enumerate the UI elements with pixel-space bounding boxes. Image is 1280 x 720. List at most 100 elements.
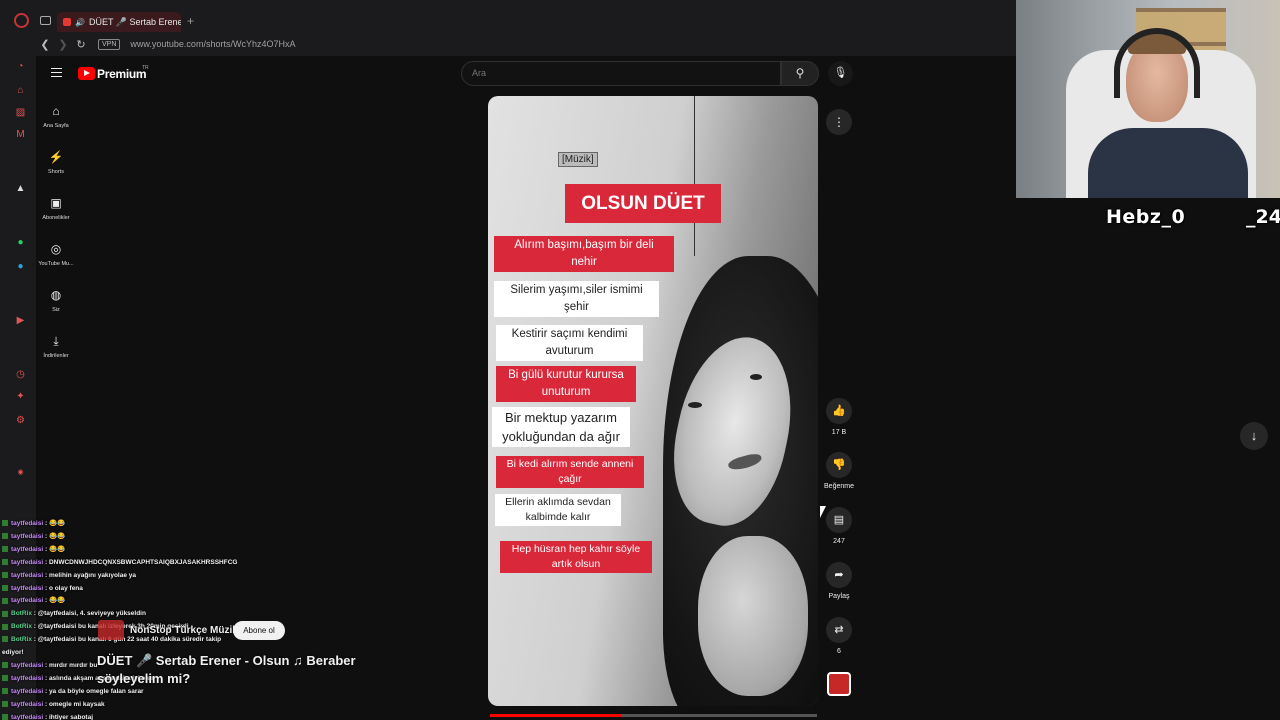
shorts-video-player[interactable]: [Müzik] OLSUN DÜET Alırım başımı,başım b…	[488, 96, 818, 706]
voice-search-button[interactable]: 🎙	[828, 61, 853, 86]
youtube-logo-icon[interactable]	[78, 67, 95, 80]
nav-youtube-music[interactable]: ◎ YouTube Mu...	[36, 242, 76, 267]
channel-name[interactable]: NonStop Türkçe Müzik	[130, 625, 238, 636]
more-options-button[interactable]: ⋮	[826, 109, 852, 135]
browser-tab-strip: 🔊 DÜET 🎤 Sertab Erener +	[0, 0, 1016, 32]
chat-text: o olay fena	[48, 584, 83, 592]
chat-text: @taytfedaisi bu kanalı 6 gün 22 saat 40 …	[37, 636, 222, 644]
ai-icon[interactable]: ⌂	[14, 84, 27, 97]
share-button[interactable]: ➦ Paylaş	[814, 562, 864, 600]
more-vertical-icon: ⋮	[833, 115, 845, 129]
opera-logo-icon[interactable]	[14, 13, 29, 28]
youtube-favicon-icon	[63, 18, 71, 26]
dislike-button[interactable]: 👎 Beğenme	[814, 452, 864, 490]
subscribe-button[interactable]: Abone ol	[233, 621, 285, 640]
settings-gear-icon[interactable]: ⚙	[14, 414, 27, 427]
chat-message: taytfedaisi : omegle mi kaysak	[2, 699, 292, 712]
chat-badge-icon	[2, 713, 8, 720]
youtube-logo-text[interactable]: Premium	[97, 67, 147, 81]
video-background-line	[694, 96, 695, 256]
chat-username: taytfedaisi	[11, 661, 44, 669]
url-field[interactable]: www.youtube.com/shorts/WcYhz4O7HxA	[130, 39, 295, 49]
lyric-line: Ellerin aklımda sevdan kalbimde kalır	[495, 494, 621, 526]
lyric-line: Hep hüsran hep kahır söyle artık olsun	[500, 541, 652, 573]
nav-you-label: Siz	[52, 307, 60, 313]
chat-username: taytfedaisi	[11, 584, 44, 592]
chat-text: DNWCDNWJHDCQNXSBWCAPHTSAIQBXJASAKHRSSHFC…	[48, 558, 238, 566]
chat-message: taytfedaisi : 😂😂	[2, 544, 292, 557]
speaker-icon[interactable]: 🔊	[75, 18, 85, 27]
reload-icon[interactable]: ↻	[72, 38, 90, 51]
extensions-icon[interactable]: ✦	[14, 390, 27, 403]
chat-message: taytfedaisi : melihin ayağını yakıyolae …	[2, 570, 292, 583]
nav-subscriptions-label: Abonelikler	[42, 215, 70, 221]
chat-message: taytfedaisi : DNWCDNWJHDCQNXSBWCAPHTSAIQ…	[2, 557, 292, 570]
sound-channel-thumbnail[interactable]	[827, 672, 851, 696]
chat-text: @taytfedaisi, 4. seviyeye yükseldin	[37, 610, 146, 618]
channel-avatar[interactable]	[98, 620, 124, 640]
video-person-hand	[698, 536, 808, 696]
music-caption: [Müzik]	[558, 152, 598, 167]
vpn-badge[interactable]: VPN	[98, 38, 121, 50]
address-bar: ❮ ❯ ↻ VPN www.youtube.com/shorts/WcYhz4O…	[36, 32, 1016, 56]
chat-badge-icon	[2, 546, 8, 553]
speed-dial-icon[interactable]: ◔	[14, 60, 27, 73]
whatsapp-icon[interactable]: ●	[14, 236, 27, 249]
next-video-button[interactable]: ↓	[1240, 422, 1268, 450]
search-input[interactable]: Ara	[461, 61, 781, 86]
chat-badge-icon	[2, 662, 8, 669]
mail-icon[interactable]: M	[14, 128, 27, 141]
back-icon[interactable]: ❮	[36, 38, 54, 51]
tab-dashboard-icon[interactable]	[40, 16, 51, 25]
nav-subscriptions[interactable]: ▣ Abonelikler	[36, 196, 76, 221]
nav-you[interactable]: ◍ Siz	[36, 288, 76, 313]
short-title[interactable]: DÜET 🎤 Sertab Erener - Olsun ♫ Beraber s…	[97, 652, 387, 688]
webcam-overlay	[1016, 0, 1280, 198]
chat-badge-icon	[2, 675, 8, 682]
chat-badge-icon	[2, 597, 8, 604]
chat-text: ediyor!	[2, 649, 24, 657]
chat-username: BotRix	[11, 623, 32, 631]
lyric-line: Bi kedi alırım sende anneni çağır	[496, 456, 644, 488]
like-count: 17 B	[831, 429, 847, 436]
lyric-line: Silerim yaşımı,siler ismimi şehir	[494, 281, 659, 317]
nav-shorts[interactable]: ⚡ Shorts	[36, 150, 76, 175]
chat-badge-icon	[2, 559, 8, 565]
chat-username: taytfedaisi	[11, 674, 44, 682]
telegram-icon[interactable]: ●	[14, 260, 27, 273]
arrow-icon[interactable]: ▲	[14, 182, 27, 195]
nav-downloads[interactable]: ⤓ İndirilenler	[36, 334, 76, 359]
streamer-suffix: _24	[1246, 206, 1280, 228]
lyric-line: Alırım başımı,başım bir deli nehir	[494, 236, 674, 272]
opera-small-icon[interactable]: ◉	[14, 466, 27, 479]
new-tab-button[interactable]: +	[187, 14, 194, 28]
lyric-line: Bir mektup yazarım yokluğundan da ağır	[492, 407, 630, 447]
chat-text: 😂😂	[48, 545, 66, 553]
lyric-line: Bi gülü kurutur kurursa unuturum	[496, 366, 636, 402]
search-button[interactable]: ⚲	[781, 61, 819, 86]
player-icon[interactable]: ▶	[14, 314, 27, 327]
forward-icon[interactable]: ❯	[54, 38, 72, 51]
remix-button[interactable]: ⇄ 6	[814, 617, 864, 655]
tab-title: DÜET 🎤 Sertab Erener	[88, 16, 181, 27]
chat-badge-icon	[2, 623, 8, 630]
nav-downloads-label: İndirilenler	[43, 353, 69, 359]
menu-icon[interactable]	[51, 68, 62, 77]
chat-badge-icon	[2, 520, 8, 527]
tab-active[interactable]: 🔊 DÜET 🎤 Sertab Erener	[57, 12, 181, 32]
chat-text: ihtiyer sabotaj	[48, 713, 94, 720]
like-button[interactable]: 👍 17 B	[814, 398, 864, 436]
share-icon: ➦	[826, 562, 852, 588]
crypto-wallet-icon[interactable]: ▨	[14, 106, 27, 119]
chat-message: BotRix : @taytfedaisi, 4. seviyeye yükse…	[2, 608, 292, 621]
nav-home[interactable]: ⌂ Ana Sayfa	[36, 104, 76, 129]
search-icon: ⚲	[795, 66, 805, 80]
nav-youtube-music-label: YouTube Mu...	[38, 261, 74, 267]
streamer-name: Hebz_0	[1106, 206, 1186, 228]
chat-text: ya da böyle omegle falan sarar	[48, 687, 144, 695]
chat-message: taytfedaisi : 😂😂	[2, 531, 292, 544]
history-icon[interactable]: ◷	[14, 368, 27, 381]
webcam-person-body	[1088, 128, 1248, 198]
nav-home-label: Ana Sayfa	[43, 123, 69, 129]
chat-username: taytfedaisi	[11, 700, 44, 708]
